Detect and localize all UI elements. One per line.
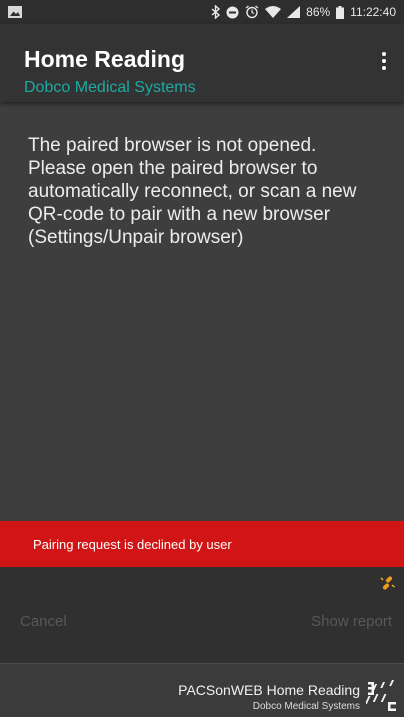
snackbar-text: Pairing request is declined by user [33,536,232,552]
app-title: Home Reading [24,46,186,72]
image-icon [8,6,22,18]
more-vert-icon[interactable] [374,46,394,76]
cancel-button[interactable]: Cancel [20,607,67,637]
show-report-button[interactable]: Show report [311,607,392,637]
bluetooth-icon [211,5,221,19]
footer-product-name: PACSonWEB Home Reading [178,682,360,698]
clock: 11:22:40 [350,5,396,19]
alarm-icon [245,5,259,19]
battery-label: 86% [306,5,331,19]
app-subtitle: Dobco Medical Systems [24,79,196,96]
signal-icon [287,6,301,18]
app-bar: Home Reading Dobco Medical Systems [0,24,404,102]
dobco-logo-icon [364,680,398,712]
status-bar: 86% 11:22:40 [0,0,404,24]
link-broken-icon [380,575,396,591]
footer-company-name: Dobco Medical Systems [252,701,360,712]
action-panel: Cancel Show report [0,567,404,663]
battery-icon [336,5,345,19]
footer: PACSonWEB Home Reading Dobco Medical Sys… [0,663,404,717]
error-snackbar: Pairing request is declined by user [0,521,404,567]
do-not-disturb-icon [226,6,239,19]
pairing-status-message: The paired browser is not opened. Please… [28,135,357,248]
wifi-icon [265,6,282,18]
